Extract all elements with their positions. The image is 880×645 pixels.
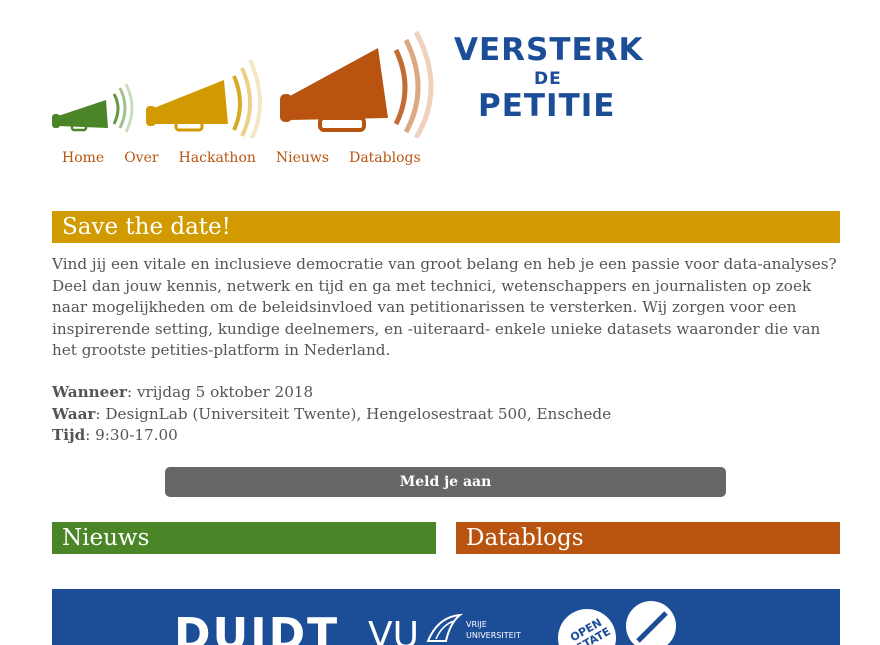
partners-bar: DUIDT VU VRIJE UNIVERSITEIT OPEN STATE xyxy=(52,589,840,645)
event-details: Wanneer: vrijdag 5 oktober 2018 Waar: De… xyxy=(52,382,842,447)
vu-wordmark: VRIJE UNIVERSITEIT xyxy=(466,619,521,641)
vu-logo[interactable]: VU xyxy=(368,615,419,645)
nav-over[interactable]: Over xyxy=(124,150,158,166)
detail-when: Wanneer: vrijdag 5 oktober 2018 xyxy=(52,382,842,404)
megaphone-large-icon xyxy=(280,30,434,138)
time-value: : 9:30-17.00 xyxy=(85,426,178,444)
vu-line2: UNIVERSITEIT xyxy=(466,631,521,640)
megaphones-icon xyxy=(52,30,434,138)
open-state-logo[interactable]: OPEN STATE xyxy=(558,609,616,645)
nav-hackathon[interactable]: Hackathon xyxy=(179,150,256,166)
logo-word-petitie: PETITIE xyxy=(478,88,616,124)
griffin-icon xyxy=(426,613,464,642)
megaphone-small-icon xyxy=(52,83,134,133)
site-logo[interactable]: VERSTERK DE PETITIE xyxy=(48,28,648,138)
register-button[interactable]: Meld je aan xyxy=(165,467,726,497)
save-the-date-heading: Save the date! xyxy=(52,211,840,243)
when-label: Wanneer xyxy=(52,383,127,401)
logo-word-versterk: VERSTERK xyxy=(454,32,644,68)
news-heading[interactable]: Nieuws xyxy=(52,522,436,554)
vu-line1: VRIJE xyxy=(466,620,487,629)
time-label: Tijd xyxy=(52,426,86,444)
datablogs-heading[interactable]: Datablogs xyxy=(456,522,840,554)
detail-time: Tijd: 9:30-17.00 xyxy=(52,425,842,447)
megaphone-medium-icon xyxy=(146,59,262,138)
nav-home[interactable]: Home xyxy=(62,150,104,166)
detail-where: Waar: DesignLab (Universiteit Twente), H… xyxy=(52,404,842,426)
main-nav: Home Over Hackathon Nieuws Datablogs xyxy=(62,150,421,166)
logo-word-de: DE xyxy=(534,69,562,89)
nav-nieuws[interactable]: Nieuws xyxy=(276,150,329,166)
where-value: : DesignLab (Universiteit Twente), Henge… xyxy=(95,404,612,423)
duidt-logo[interactable]: DUIDT xyxy=(174,609,339,645)
slash-icon xyxy=(636,611,668,643)
nav-datablogs[interactable]: Datablogs xyxy=(349,150,421,166)
intro-paragraph: Vind jij een vitale en inclusieve democr… xyxy=(52,255,837,359)
partner-logo-circle[interactable] xyxy=(626,601,676,645)
when-value: : vrijdag 5 oktober 2018 xyxy=(127,383,314,401)
open-state-text: OPEN STATE xyxy=(568,615,613,645)
where-label: Waar xyxy=(52,404,96,423)
